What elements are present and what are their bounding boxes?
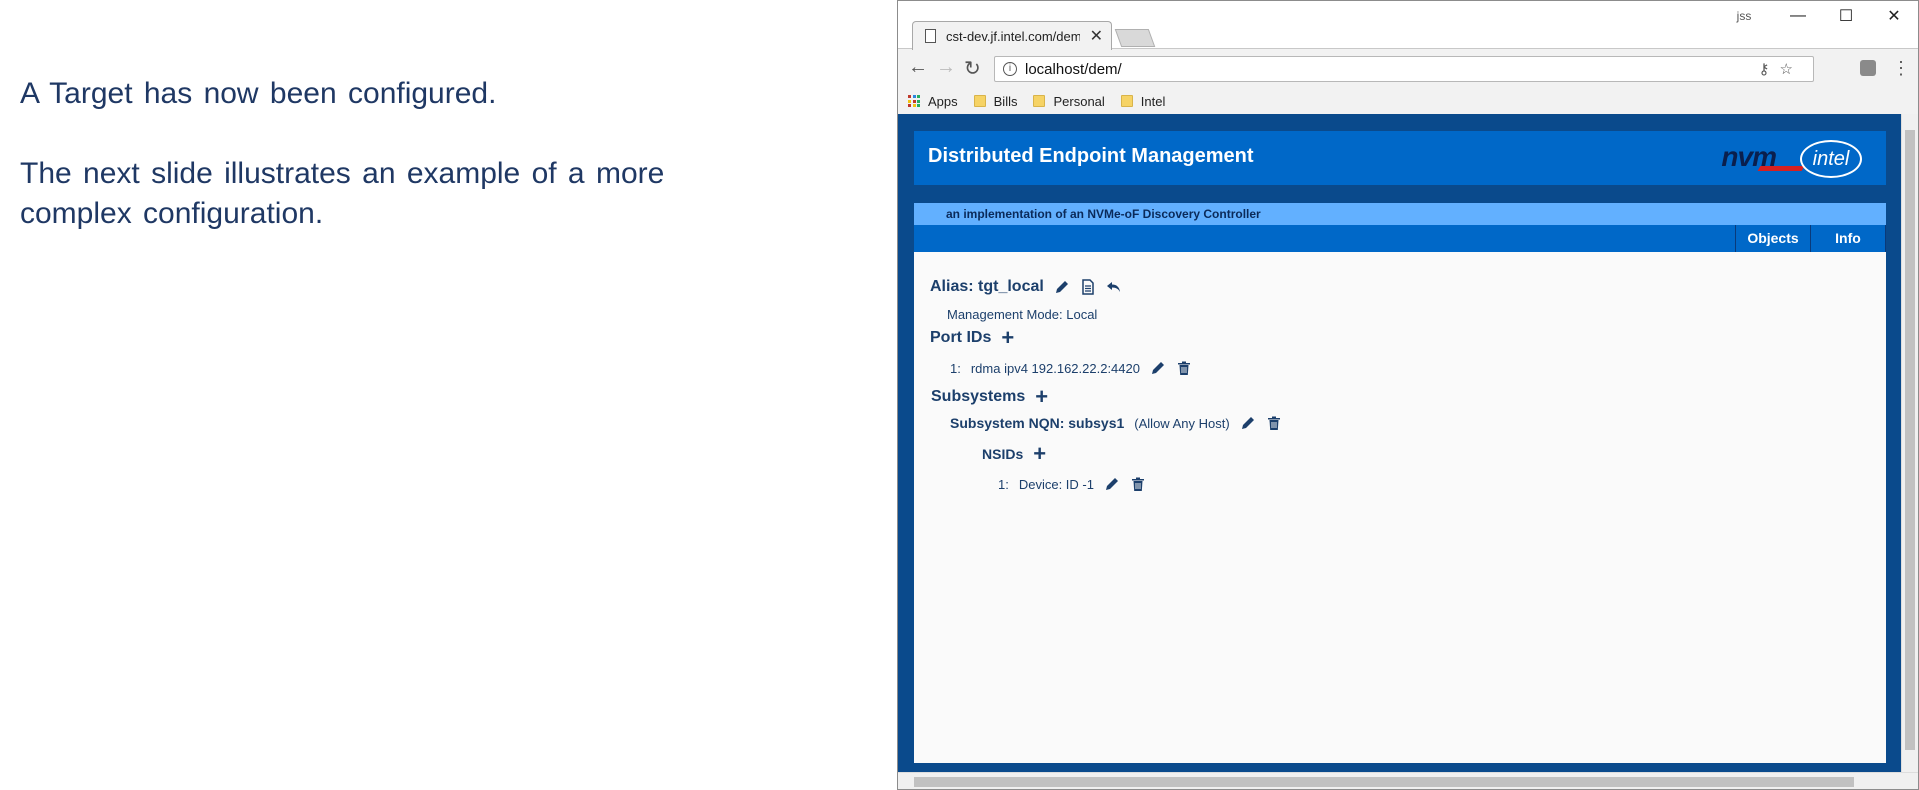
key-icon[interactable]: ⚷	[1759, 61, 1780, 78]
page-icon	[925, 29, 936, 43]
close-window-icon[interactable]: ✕	[1870, 6, 1918, 26]
forward-icon[interactable]: →	[936, 56, 956, 79]
subsystem-nqn: Subsystem NQN: subsys1	[950, 415, 1125, 431]
browser-tab-title: cst-dev.jf.intel.com/dem/	[946, 28, 1080, 44]
alias-heading: Alias: tgt_local	[930, 278, 1044, 295]
app-subtitle: an implementation of an NVMe-oF Discover…	[914, 203, 1886, 225]
pencil-icon[interactable]	[1150, 360, 1166, 376]
port-ids-header-row: Port IDs +	[930, 327, 1014, 349]
slide-line-1: A Target has now been configured.	[20, 77, 497, 110]
close-tab-icon[interactable]: ✕	[1090, 26, 1103, 46]
horizontal-scroll-thumb[interactable]	[914, 777, 1854, 787]
address-bar[interactable]: i localhost/dem/ ⚷☆	[994, 56, 1814, 82]
back-icon[interactable]: ←	[908, 56, 928, 79]
subsystem-host-policy: (Allow Any Host)	[1134, 415, 1230, 431]
slide-text-block: A Target has now been configured. The ne…	[20, 74, 740, 274]
tab-info[interactable]: Info	[1810, 225, 1886, 252]
subsystems-heading: Subsystems	[931, 388, 1026, 405]
app-title: Distributed Endpoint Management	[928, 145, 1254, 167]
trash-icon[interactable]	[1266, 415, 1282, 431]
undo-icon[interactable]	[1106, 279, 1122, 295]
folder-icon	[973, 95, 986, 107]
url-text[interactable]: localhost/dem/	[1025, 61, 1122, 78]
browser-toolbar: ← → ↻ i localhost/dem/ ⚷☆ ⋮	[898, 50, 1918, 88]
document-icon[interactable]	[1080, 279, 1096, 295]
subsystems-header-row: Subsystems +	[931, 386, 1048, 408]
bookmark-label: Personal	[1053, 93, 1105, 109]
menu-icon[interactable]: ⋮	[1892, 58, 1910, 79]
vertical-scroll-thumb[interactable]	[1905, 130, 1915, 750]
add-nsid-plus-icon[interactable]: +	[1033, 443, 1046, 465]
new-tab-button[interactable]	[1114, 29, 1156, 47]
port-index: 1:	[950, 360, 961, 376]
bookmark-bills[interactable]: Bills	[973, 93, 1018, 109]
bookmark-intel[interactable]: Intel	[1120, 93, 1166, 109]
info-icon[interactable]: i	[1003, 62, 1017, 76]
minimize-icon[interactable]: —	[1774, 7, 1822, 25]
nsids-header-row: NSIDs +	[982, 443, 1046, 465]
browser-window: cst-dev.jf.intel.com/dem/ ✕ jss — ☐ ✕ ← …	[897, 0, 1919, 790]
subsystem-row: Subsystem NQN: subsys1 (Allow Any Host)	[950, 415, 1282, 431]
window-user-label[interactable]: jss	[1714, 9, 1774, 23]
app-header: Distributed Endpoint Management nvm inte…	[914, 131, 1886, 185]
management-mode: Management Mode: Local	[947, 307, 1098, 322]
port-value: rdma ipv4 192.162.22.2:4420	[970, 360, 1140, 376]
nsid-value: Device: ID -1	[1018, 476, 1094, 492]
target-detail-panel: Alias: tgt_local Management Mode: Local …	[914, 252, 1886, 763]
add-port-plus-icon[interactable]: +	[1001, 327, 1014, 349]
vertical-scrollbar[interactable]	[1901, 114, 1918, 775]
extension-icon[interactable]	[1860, 60, 1876, 76]
port-row: 1: rdma ipv4 192.162.22.2:4420	[950, 360, 1192, 376]
pencil-icon[interactable]	[1104, 476, 1120, 492]
tab-objects[interactable]: Objects	[1735, 225, 1811, 252]
intel-logo: intel	[1800, 140, 1862, 178]
star-icon[interactable]: ☆	[1780, 61, 1803, 78]
management-mode-row: Management Mode: Local	[947, 307, 1097, 322]
bookmark-apps[interactable]: Apps	[908, 94, 958, 109]
alias-row: Alias: tgt_local	[930, 278, 1122, 296]
window-controls: jss — ☐ ✕	[1714, 1, 1918, 31]
apps-grid-icon	[908, 95, 920, 107]
page-viewport: Distributed Endpoint Management nvm inte…	[898, 114, 1902, 775]
add-subsystem-plus-icon[interactable]: +	[1035, 386, 1048, 408]
address-bar-actions: ⚷☆	[1759, 60, 1803, 78]
nsids-heading: NSIDs	[982, 446, 1024, 462]
bookmark-label: Bills	[993, 93, 1018, 109]
maximize-icon[interactable]: ☐	[1822, 6, 1870, 26]
pencil-icon[interactable]	[1054, 279, 1070, 295]
browser-tab[interactable]: cst-dev.jf.intel.com/dem/ ✕	[912, 21, 1112, 50]
trash-icon[interactable]	[1130, 476, 1146, 492]
folder-icon	[1120, 95, 1133, 107]
reload-icon[interactable]: ↻	[964, 56, 981, 81]
trash-icon[interactable]	[1176, 360, 1192, 376]
nsid-row: 1: Device: ID -1	[998, 476, 1146, 492]
nsid-index: 1:	[998, 476, 1009, 492]
port-ids-heading: Port IDs	[930, 329, 992, 346]
nvme-logo: nvm	[1721, 141, 1805, 173]
bookmark-personal[interactable]: Personal	[1033, 93, 1105, 109]
folder-icon	[1033, 95, 1046, 107]
bookmark-label: Apps	[928, 93, 958, 109]
bookmarks-bar: Apps Bills Personal Intel	[898, 88, 1918, 114]
horizontal-scrollbar[interactable]	[898, 772, 1918, 789]
slide-line-2: The next slide illustrates an example of…	[20, 157, 665, 230]
bookmark-label: Intel	[1140, 93, 1166, 109]
pencil-icon[interactable]	[1240, 415, 1256, 431]
app-tab-bar: Objects Info	[914, 225, 1886, 252]
tab-strip: cst-dev.jf.intel.com/dem/ ✕ jss — ☐ ✕	[898, 1, 1918, 50]
